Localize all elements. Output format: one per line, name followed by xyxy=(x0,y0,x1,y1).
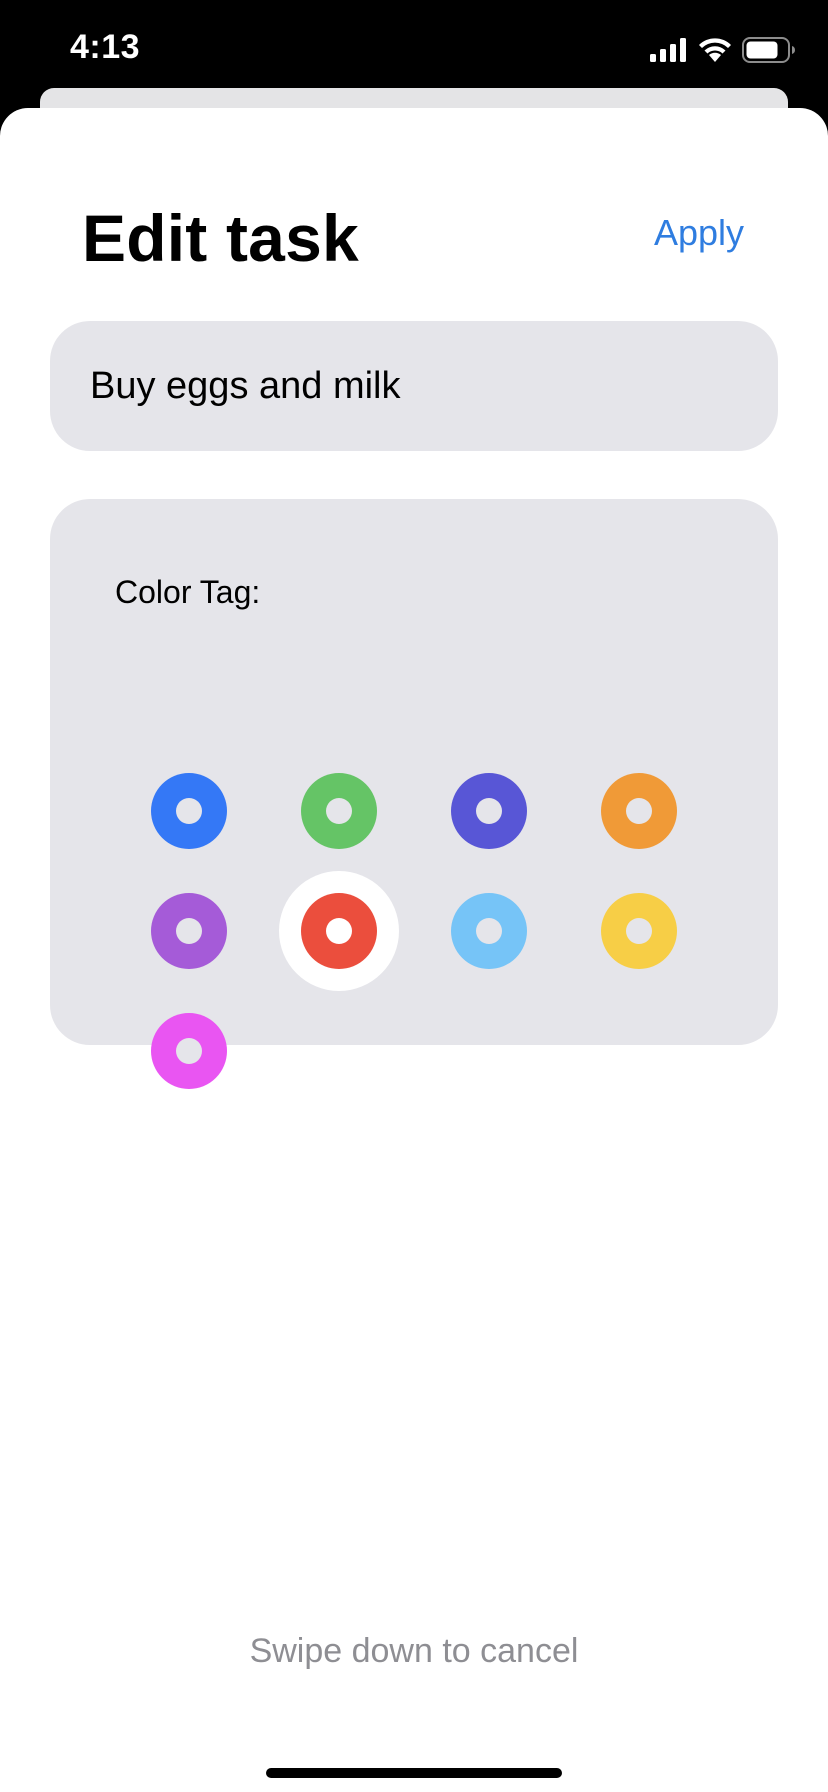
screen: 4:13 Edit task Apply Buy eggs and milk C… xyxy=(0,0,828,1792)
page-title: Edit task xyxy=(82,201,359,275)
swatch-center xyxy=(626,798,652,824)
status-icons xyxy=(650,36,796,64)
swatch-center xyxy=(476,918,502,944)
color-swatch-purple[interactable] xyxy=(151,893,227,969)
color-tag-panel: Color Tag: xyxy=(50,499,778,1089)
color-swatch-light-blue[interactable] xyxy=(451,893,527,969)
swatch-center xyxy=(326,798,352,824)
color-swatch-orange[interactable] xyxy=(601,773,677,849)
color-swatch-pink[interactable] xyxy=(151,1013,227,1089)
color-swatch-blue[interactable] xyxy=(151,773,227,849)
color-swatch-red[interactable] xyxy=(301,893,377,969)
color-swatch-indigo[interactable] xyxy=(451,773,527,849)
battery-icon xyxy=(742,37,795,63)
home-indicator[interactable] xyxy=(266,1768,562,1778)
status-time: 4:13 xyxy=(70,28,141,66)
swatch-center xyxy=(176,1038,202,1064)
status-bar: 4:13 xyxy=(0,0,828,100)
color-tag-label: Color Tag: xyxy=(115,574,261,610)
color-swatch-yellow[interactable] xyxy=(601,893,677,969)
color-swatch-green[interactable] xyxy=(301,773,377,849)
edit-task-sheet: Edit task Apply Color Tag: Swipe down to… xyxy=(0,108,828,1792)
swatch-center xyxy=(476,798,502,824)
swatch-center xyxy=(176,798,202,824)
wifi-icon xyxy=(699,38,731,62)
swatch-center xyxy=(626,918,652,944)
swatch-center xyxy=(326,918,352,944)
cellular-signal-icon xyxy=(650,38,686,62)
task-name-input[interactable] xyxy=(50,321,778,451)
swatch-center xyxy=(176,918,202,944)
apply-button[interactable]: Apply xyxy=(654,212,744,254)
swipe-cancel-hint: Swipe down to cancel xyxy=(249,1632,579,1670)
